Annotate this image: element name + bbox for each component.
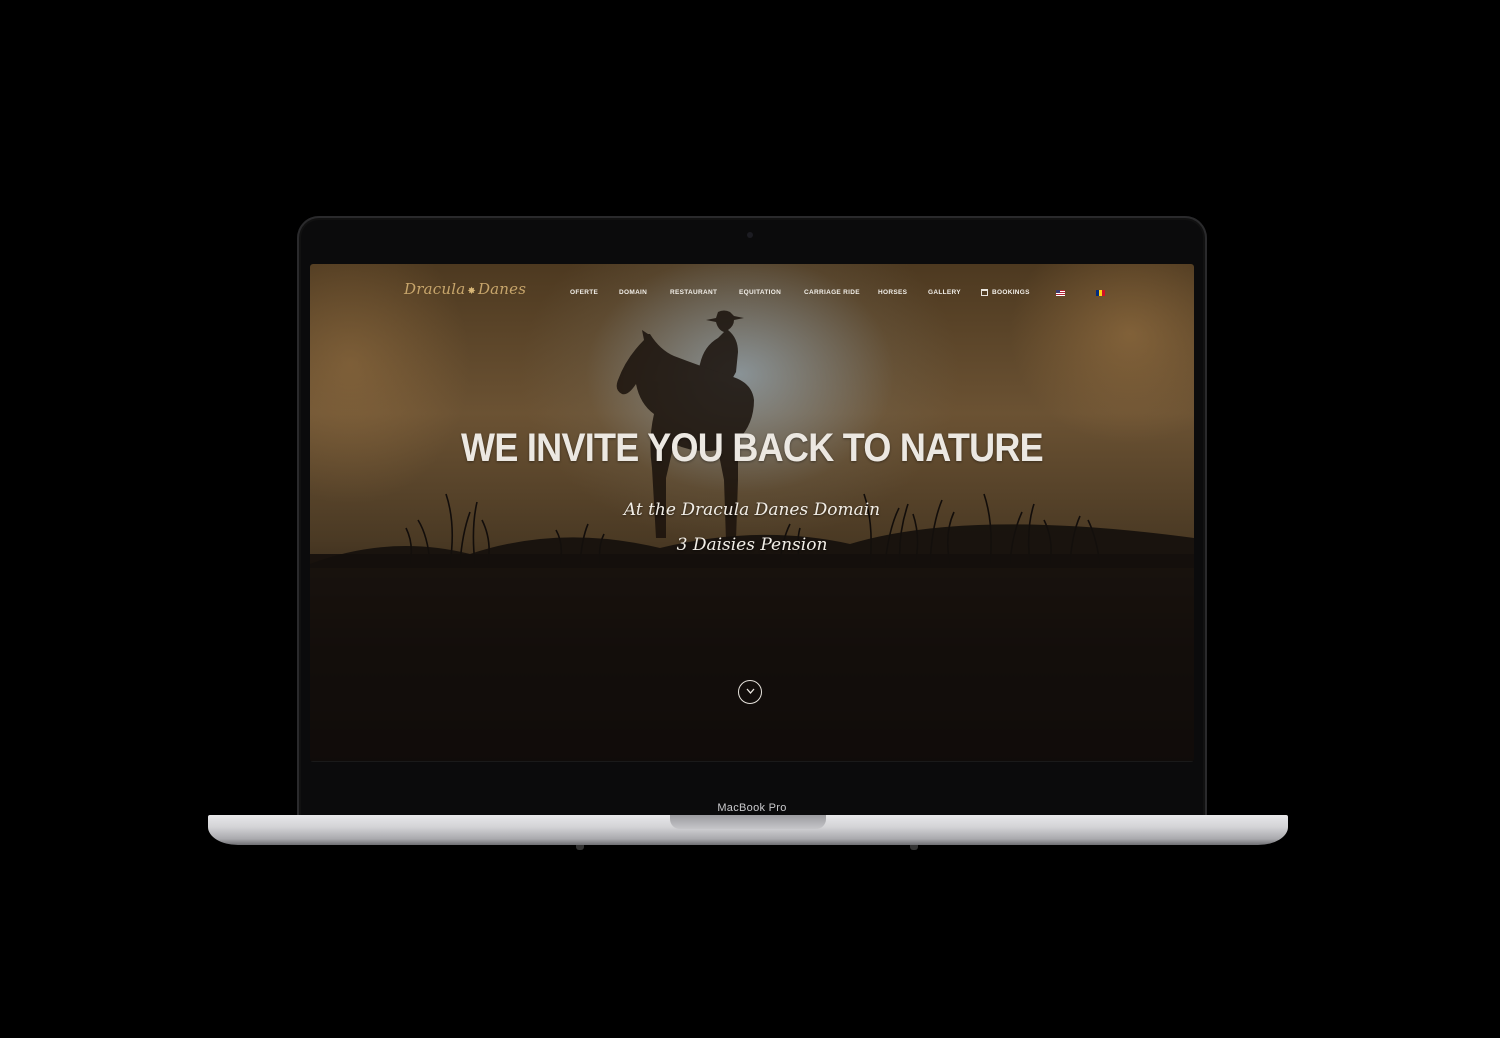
logo-star-icon: ✸ xyxy=(467,286,476,297)
site-logo[interactable]: Dracula ✸ Danes xyxy=(404,280,526,298)
laptop-base xyxy=(208,815,1288,850)
laptop-foot-left xyxy=(576,845,584,850)
hero-title: WE INVITE YOU BACK TO NATURE xyxy=(461,426,1044,470)
laptop-lid: Dracula ✸ Danes OFERTE DOMAIN RESTAURANT E… xyxy=(297,216,1207,824)
camera xyxy=(747,232,753,238)
ro-flag-icon[interactable] xyxy=(1096,290,1105,296)
calendar-icon xyxy=(981,289,988,296)
mockup-stage: Dracula ✸ Danes OFERTE DOMAIN RESTAURANT E… xyxy=(0,0,1500,1038)
chevron-down-icon xyxy=(746,688,755,694)
nav-item-gallery[interactable]: GALLERY xyxy=(928,289,961,296)
nav-item-bookings[interactable]: BOOKINGS xyxy=(981,289,1030,296)
scroll-down-button[interactable] xyxy=(738,680,762,704)
logo-text-first: Dracula xyxy=(404,280,466,298)
site-navbar: Dracula ✸ Danes OFERTE DOMAIN RESTAURANT E… xyxy=(310,264,1194,320)
hero-subtitle-domain: At the Dracula Danes Domain xyxy=(623,500,881,520)
us-flag-icon[interactable] xyxy=(1056,290,1065,296)
laptop-foot-right xyxy=(910,845,918,850)
nav-item-equitation[interactable]: EQUITATION xyxy=(739,289,781,296)
laptop-screen: Dracula ✸ Danes OFERTE DOMAIN RESTAURANT E… xyxy=(310,264,1194,762)
bookings-label: BOOKINGS xyxy=(992,289,1030,296)
logo-text-second: Danes xyxy=(477,280,527,298)
lid-notch xyxy=(670,815,826,829)
screen-divider xyxy=(310,761,1194,762)
nav-item-horses[interactable]: HORSES xyxy=(878,289,907,296)
nav-item-oferte[interactable]: OFERTE xyxy=(570,289,598,296)
nav-item-restaurant[interactable]: RESTAURANT xyxy=(670,289,717,296)
hero-subtitle-pension: 3 Daisies Pension xyxy=(676,535,828,555)
nav-item-carriage-ride[interactable]: CARRIAGE RIDE xyxy=(804,289,860,296)
nav-item-domain[interactable]: DOMAIN xyxy=(619,289,647,296)
device-label: MacBook Pro xyxy=(717,802,787,814)
